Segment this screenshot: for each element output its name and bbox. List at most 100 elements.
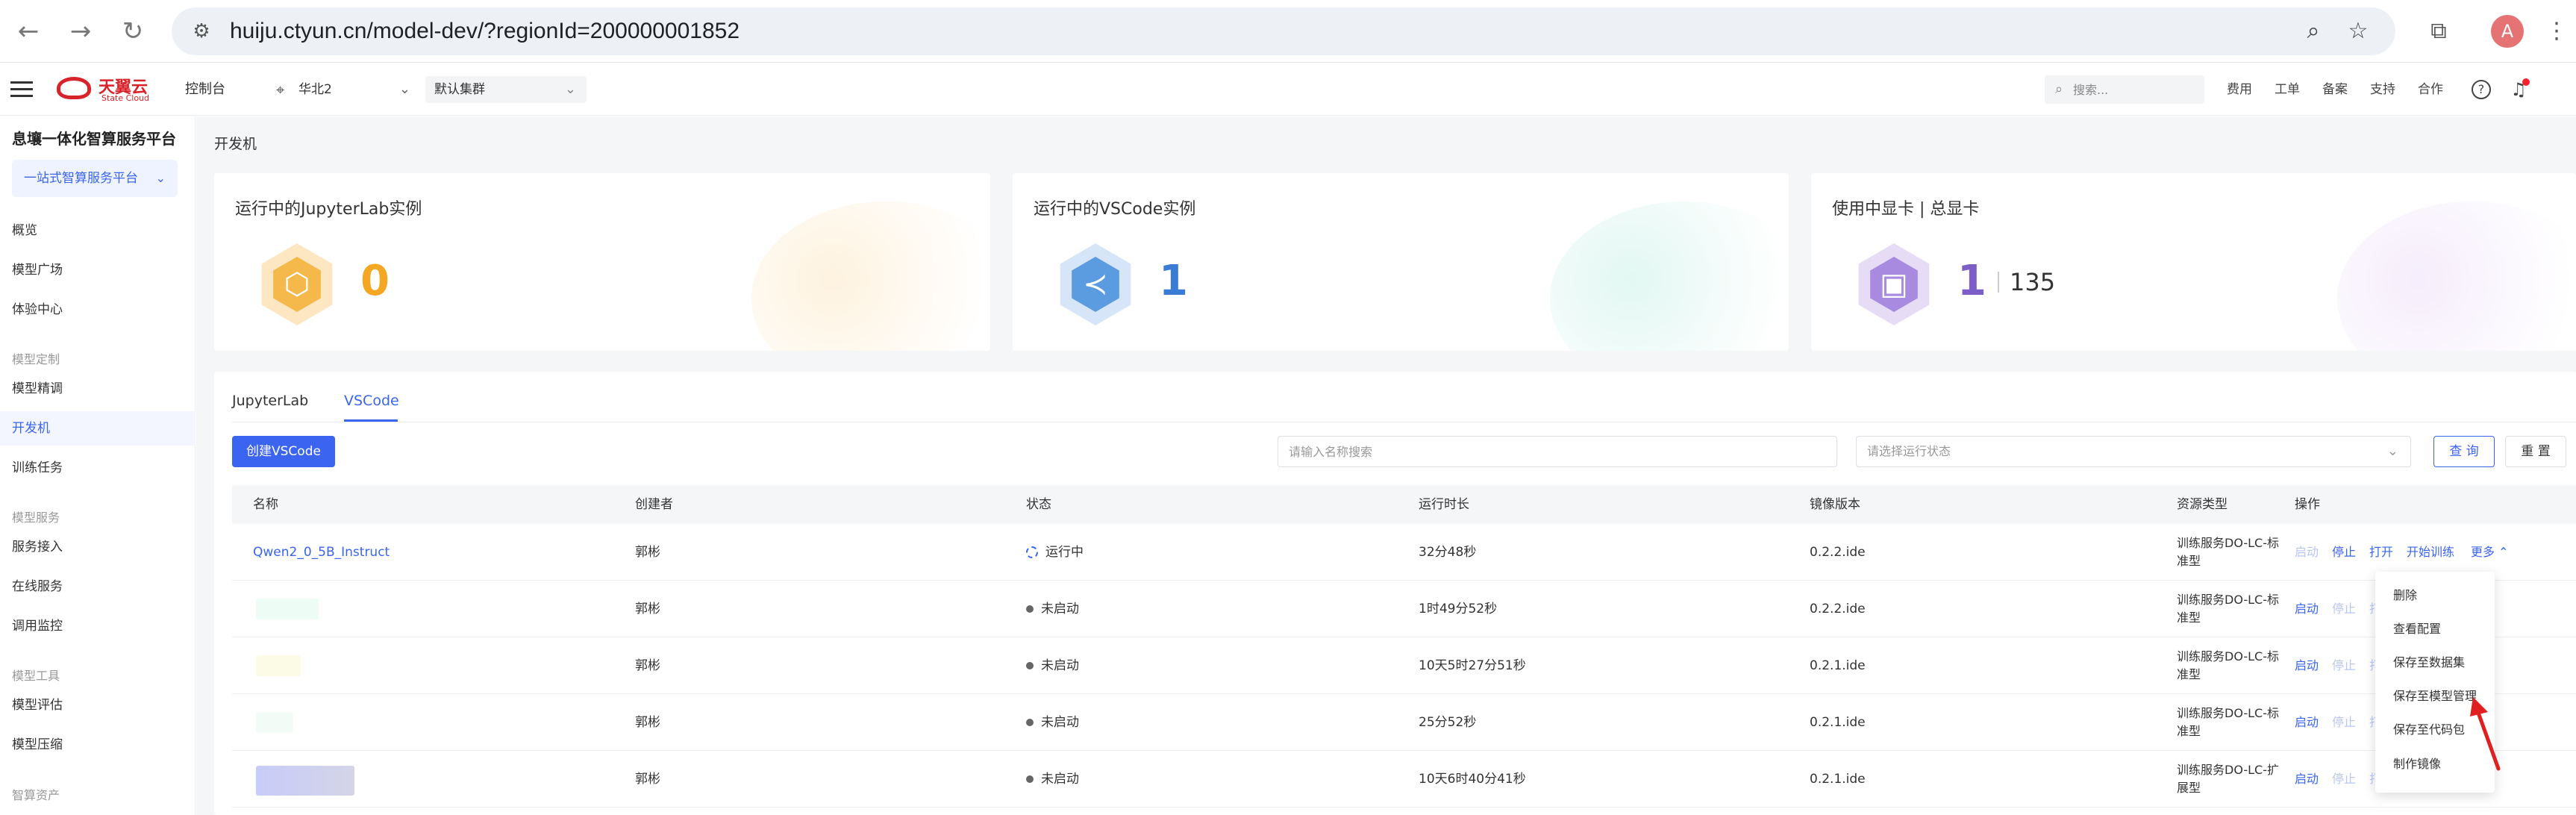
main-content: 开发机 运行中的JupyterLab实例 ⬡ 0 运行中的VSCode实例 ≺ … [196,116,2576,815]
table-row: 郭彬 未启动 10天5时27分51秒 0.2.1.ide 训练服务DO-LC-标… [232,637,2576,694]
reload-icon[interactable]: ↻ [118,16,148,46]
cluster-select[interactable]: 默认集群 ⌄ [425,76,587,103]
stop-action[interactable]: 停止 [2332,581,2356,637]
start-action[interactable]: 启动 [2295,524,2319,581]
reset-button[interactable]: 重 置 [2505,436,2566,467]
instance-name-link[interactable]: Qwen2_0_5B_Instruct [253,524,390,581]
more-label: 更多 [2471,545,2495,559]
browser-toolbar: ← → ↻ ⚙ huiju.ctyun.cn/model-dev/?region… [0,0,2576,63]
sidebar-item-experience[interactable]: 体验中心 [0,293,196,327]
duration-cell: 1时49分52秒 [1419,602,1498,616]
global-search[interactable]: ⌕ [2045,75,2204,104]
extensions-icon[interactable]: ⧉ [2422,15,2455,48]
zoom-icon[interactable]: ⌕ [2298,16,2328,46]
help-icon[interactable]: ? [2472,80,2491,99]
status-text: 未启动 [1041,602,1079,616]
tab-jupyterlab[interactable]: JupyterLab [232,393,308,409]
app-header: 天翼云 State Cloud 控制台 ⌖ 华北2 ⌄ 默认集群 ⌄ ⌕ 费用 … [0,63,2576,116]
console-link[interactable]: 控制台 [185,63,225,116]
stop-action[interactable]: 停止 [2332,751,2356,808]
query-button[interactable]: 查 询 [2433,436,2495,467]
menu-item-delete[interactable]: 删除 [2375,579,2495,612]
duration-cell: 25分52秒 [1419,715,1477,730]
redacted-name[interactable] [256,599,319,619]
chevron-down-icon: ⌄ [398,81,410,97]
logo-brand-sub: State Cloud [101,93,150,103]
sidebar-group-customize: 模型定制 [12,352,60,366]
column-image: 镜像版本 [1810,497,1860,512]
column-duration: 运行时长 [1419,497,1469,512]
sidebar-item-model-square[interactable]: 模型广场 [0,253,196,287]
url-text[interactable]: huiju.ctyun.cn/model-dev/?regionId=20000… [230,7,740,55]
start-action[interactable]: 启动 [2295,637,2319,694]
bookmark-star-icon[interactable]: ☆ [2343,16,2373,46]
menu-item-save-dataset[interactable]: 保存至数据集 [2375,646,2495,679]
sidebar-item-devbox[interactable]: 开发机 [0,411,196,446]
column-status: 状态 [1026,497,1051,512]
start-action[interactable]: 启动 [2295,581,2319,637]
name-search-input[interactable] [1278,436,1837,467]
notification-dot [2522,78,2530,86]
tab-vscode[interactable]: VSCode [344,393,399,409]
nav-filing[interactable]: 备案 [2322,63,2348,116]
status-cell: 未启动 [1026,581,1079,637]
image-cell: 0.2.1.ide [1810,715,1866,730]
resource-cell: 训练服务DO-LC-扩展型 [2177,763,2279,795]
resource-cell: 训练服务DO-LC-标准型 [2177,649,2279,681]
browser-menu-icon[interactable]: ⋮ [2542,15,2572,48]
table-row: 郭彬 未启动 10天6时40分41秒 0.2.1.ide 训练服务DO-LC-扩… [232,751,2576,808]
creator-cell: 郭彬 [635,715,660,730]
status-text: 未启动 [1041,715,1079,730]
sidebar-item-training[interactable]: 训练任务 [0,451,196,485]
sidebar-item-online[interactable]: 在线服务 [0,569,196,604]
sidebar-item-finetune[interactable]: 模型精调 [0,372,196,406]
address-bar[interactable]: ⚙ huiju.ctyun.cn/model-dev/?regionId=200… [172,7,2395,55]
back-icon[interactable]: ← [13,16,43,46]
stat-value: 1 [1159,257,1188,305]
nav-support[interactable]: 支持 [2370,63,2395,116]
status-text: 运行中 [1045,545,1084,560]
redacted-name[interactable] [256,712,293,733]
location-pin-icon: ⌖ [276,81,285,99]
profile-avatar[interactable]: A [2491,15,2524,48]
sidebar-item-access[interactable]: 服务接入 [0,530,196,564]
sidebar-item-overview[interactable]: 概览 [0,213,196,248]
stop-action[interactable]: 停止 [2332,694,2356,751]
region-select[interactable]: ⌖ 华北2 ⌄ [276,76,410,103]
forward-icon[interactable]: → [66,16,96,46]
sidebar-item-monitor[interactable]: 调用监控 [0,609,196,643]
stat-card-jupyterlab: 运行中的JupyterLab实例 ⬡ 0 [214,173,990,351]
redacted-name[interactable] [256,766,354,796]
platform-title: 息壤一体化智算服务平台 [12,130,176,148]
start-action[interactable]: 启动 [2295,694,2319,751]
stopped-dot-icon [1026,662,1034,669]
stopped-dot-icon [1026,605,1034,613]
nav-partner[interactable]: 合作 [2418,63,2443,116]
search-input[interactable] [2073,75,2200,104]
stop-action[interactable]: 停止 [2332,524,2356,581]
menu-icon[interactable] [10,77,33,102]
status-cell: 未启动 [1026,694,1079,751]
stat-card-vscode: 运行中的VSCode实例 ≺ 1 [1013,173,1789,351]
column-creator: 创建者 [635,497,673,512]
status-select[interactable]: 请选择运行状态 ⌄ [1856,436,2411,467]
platform-select[interactable]: 一站式智算服务平台 ⌄ [12,160,178,197]
platform-value: 一站式智算服务平台 [24,171,138,186]
nav-tickets[interactable]: 工单 [2275,63,2300,116]
sidebar-item-evaluate[interactable]: 模型评估 [0,688,196,722]
duration-cell: 10天6时40分41秒 [1419,772,1526,787]
sidebar-item-compress[interactable]: 模型压缩 [0,728,196,762]
stop-action[interactable]: 停止 [2332,637,2356,694]
chevron-down-icon: ⌄ [155,171,166,185]
redacted-name[interactable] [256,655,301,676]
ctyun-logo[interactable]: 天翼云 State Cloud [57,74,150,105]
menu-item-view-config[interactable]: 查看配置 [2375,613,2495,646]
status-cell: 未启动 [1026,751,1079,808]
instance-list-panel: JupyterLab VSCode 创建VSCode 请选择运行状态 ⌄ 查 询… [214,372,2576,815]
stat-label: 运行中的JupyterLab实例 [235,200,422,219]
nav-fees[interactable]: 费用 [2227,63,2252,116]
start-action[interactable]: 启动 [2295,751,2319,808]
create-vscode-button[interactable]: 创建VSCode [232,436,335,467]
stat-value: 1 [1957,257,1986,305]
site-settings-icon[interactable]: ⚙ [188,18,215,45]
